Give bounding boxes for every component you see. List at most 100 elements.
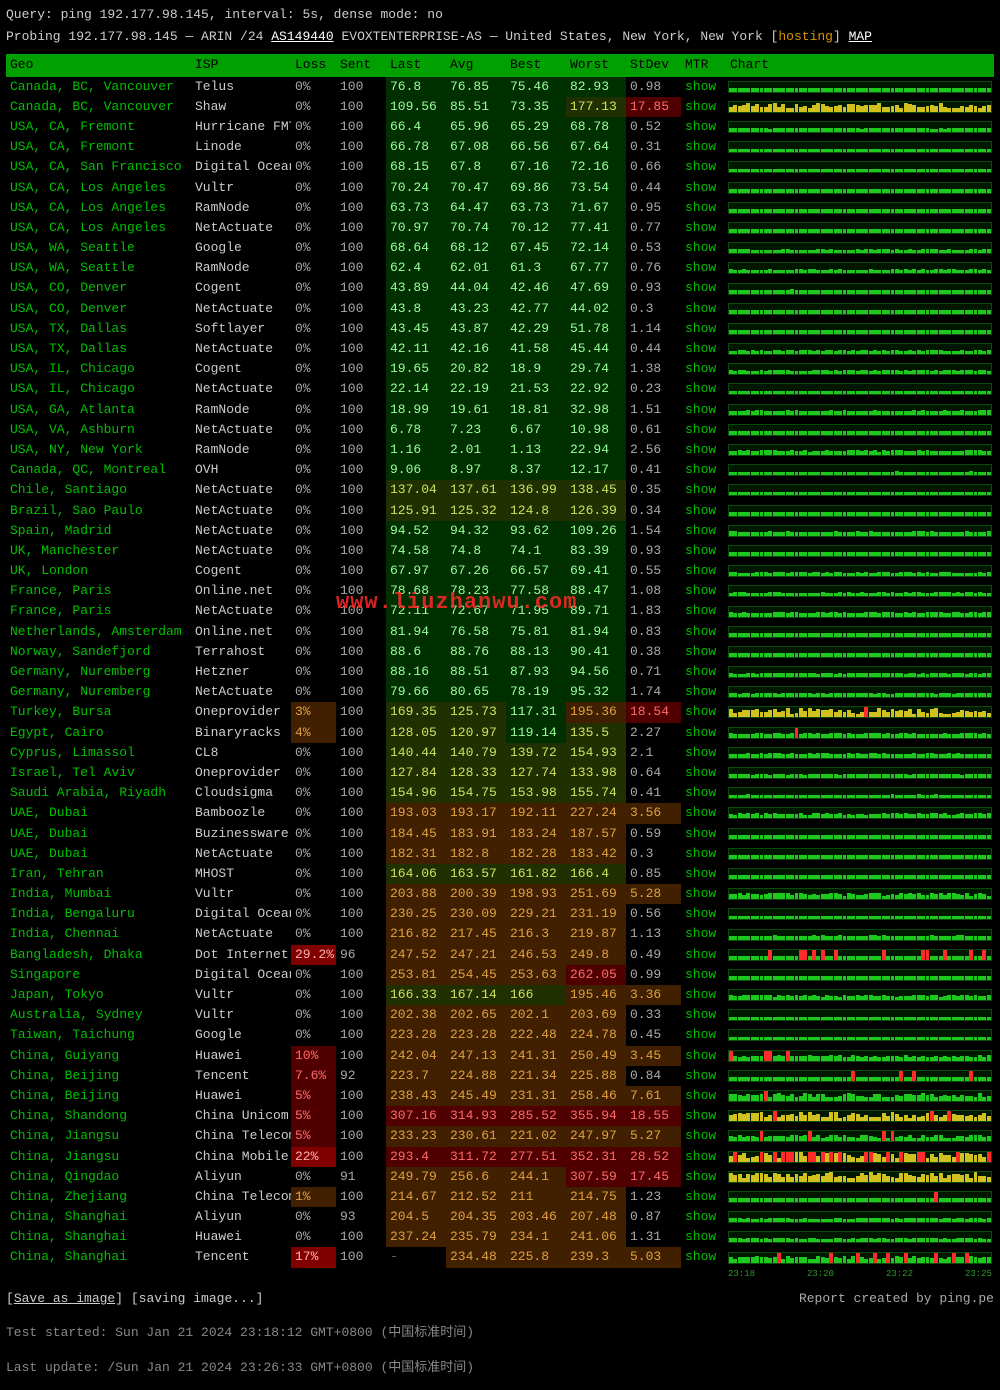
- cell-loss: 0%: [291, 157, 336, 177]
- mtr-show-link[interactable]: show: [681, 1126, 726, 1146]
- cell-chart: [726, 501, 994, 521]
- table-row: China, ShandongChina Unicom5%100307.1631…: [6, 1106, 994, 1126]
- cell-best: 153.98: [506, 783, 566, 803]
- cell-isp: Cogent: [191, 278, 291, 298]
- mtr-show-link[interactable]: show: [681, 218, 726, 238]
- cell-worst: 219.87: [566, 924, 626, 944]
- mtr-show-link[interactable]: show: [681, 1046, 726, 1066]
- cell-geo: France, Paris: [6, 581, 191, 601]
- header-mtr[interactable]: MTR: [681, 54, 726, 76]
- mtr-show-link[interactable]: show: [681, 501, 726, 521]
- mtr-show-link[interactable]: show: [681, 844, 726, 864]
- table-row: Taiwan, TaichungGoogle0%100223.28223.282…: [6, 1025, 994, 1045]
- cell-geo: USA, CO, Denver: [6, 278, 191, 298]
- cell-avg: 182.8: [446, 844, 506, 864]
- table-row: USA, IL, ChicagoNetActuate0%10022.1422.1…: [6, 379, 994, 399]
- header-last[interactable]: Last: [386, 54, 446, 76]
- mtr-show-link[interactable]: show: [681, 1066, 726, 1086]
- mtr-show-link[interactable]: show: [681, 319, 726, 339]
- mtr-show-link[interactable]: show: [681, 1025, 726, 1045]
- cell-chart: [726, 178, 994, 198]
- mtr-show-link[interactable]: show: [681, 945, 726, 965]
- table-row: China, ShanghaiAliyun0%93204.5204.35203.…: [6, 1207, 994, 1227]
- mtr-show-link[interactable]: show: [681, 420, 726, 440]
- mtr-show-link[interactable]: show: [681, 965, 726, 985]
- mtr-show-link[interactable]: show: [681, 77, 726, 97]
- mtr-show-link[interactable]: show: [681, 178, 726, 198]
- asn-link[interactable]: AS149440: [271, 29, 333, 44]
- mtr-show-link[interactable]: show: [681, 339, 726, 359]
- table-row: China, JiangsuChina Mobile22%100293.4311…: [6, 1147, 994, 1167]
- cell-loss: 0%: [291, 924, 336, 944]
- header-geo[interactable]: Geo: [6, 54, 191, 76]
- header-chart[interactable]: Chart: [726, 54, 994, 76]
- cell-geo: China, Beijing: [6, 1066, 191, 1086]
- mtr-show-link[interactable]: show: [681, 702, 726, 722]
- cell-stdev: 0.59: [626, 824, 681, 844]
- mtr-show-link[interactable]: show: [681, 258, 726, 278]
- mtr-show-link[interactable]: show: [681, 137, 726, 157]
- mtr-show-link[interactable]: show: [681, 238, 726, 258]
- mtr-show-link[interactable]: show: [681, 783, 726, 803]
- mtr-show-link[interactable]: show: [681, 299, 726, 319]
- header-stdev[interactable]: StDev: [626, 54, 681, 76]
- mtr-show-link[interactable]: show: [681, 379, 726, 399]
- cell-last: 74.58: [386, 541, 446, 561]
- cell-isp: CL8: [191, 743, 291, 763]
- mtr-show-link[interactable]: show: [681, 1187, 726, 1207]
- mtr-show-link[interactable]: show: [681, 1227, 726, 1247]
- mtr-show-link[interactable]: show: [681, 763, 726, 783]
- mtr-show-link[interactable]: show: [681, 521, 726, 541]
- mtr-show-link[interactable]: show: [681, 642, 726, 662]
- cell-sent: 100: [336, 440, 386, 460]
- mtr-show-link[interactable]: show: [681, 601, 726, 621]
- mtr-show-link[interactable]: show: [681, 97, 726, 117]
- header-best[interactable]: Best: [506, 54, 566, 76]
- mtr-show-link[interactable]: show: [681, 561, 726, 581]
- header-worst[interactable]: Worst: [566, 54, 626, 76]
- mtr-show-link[interactable]: show: [681, 803, 726, 823]
- header-isp[interactable]: ISP: [191, 54, 291, 76]
- mtr-show-link[interactable]: show: [681, 157, 726, 177]
- mtr-show-link[interactable]: show: [681, 1086, 726, 1106]
- mtr-show-link[interactable]: show: [681, 198, 726, 218]
- map-link[interactable]: MAP: [849, 29, 872, 44]
- mtr-show-link[interactable]: show: [681, 359, 726, 379]
- cell-worst: 250.49: [566, 1046, 626, 1066]
- cell-isp: MHOST: [191, 864, 291, 884]
- mtr-show-link[interactable]: show: [681, 723, 726, 743]
- mtr-show-link[interactable]: show: [681, 743, 726, 763]
- mtr-show-link[interactable]: show: [681, 985, 726, 1005]
- mtr-show-link[interactable]: show: [681, 662, 726, 682]
- cell-best: 241.31: [506, 1046, 566, 1066]
- sparkline: [728, 484, 992, 496]
- mtr-show-link[interactable]: show: [681, 904, 726, 924]
- save-as-image-link[interactable]: Save as image: [14, 1291, 115, 1306]
- mtr-show-link[interactable]: show: [681, 480, 726, 500]
- mtr-show-link[interactable]: show: [681, 622, 726, 642]
- mtr-show-link[interactable]: show: [681, 1147, 726, 1167]
- mtr-show-link[interactable]: show: [681, 278, 726, 298]
- cell-isp: Online.net: [191, 581, 291, 601]
- header-sent[interactable]: Sent: [336, 54, 386, 76]
- mtr-show-link[interactable]: show: [681, 460, 726, 480]
- mtr-show-link[interactable]: show: [681, 682, 726, 702]
- mtr-show-link[interactable]: show: [681, 1167, 726, 1187]
- cell-avg: 254.45: [446, 965, 506, 985]
- mtr-show-link[interactable]: show: [681, 924, 726, 944]
- mtr-show-link[interactable]: show: [681, 864, 726, 884]
- mtr-show-link[interactable]: show: [681, 1247, 726, 1267]
- mtr-show-link[interactable]: show: [681, 1106, 726, 1126]
- mtr-show-link[interactable]: show: [681, 824, 726, 844]
- mtr-show-link[interactable]: show: [681, 440, 726, 460]
- mtr-show-link[interactable]: show: [681, 884, 726, 904]
- mtr-show-link[interactable]: show: [681, 541, 726, 561]
- mtr-show-link[interactable]: show: [681, 400, 726, 420]
- header-loss[interactable]: Loss: [291, 54, 336, 76]
- mtr-show-link[interactable]: show: [681, 1207, 726, 1227]
- cell-avg: 74.8: [446, 541, 506, 561]
- mtr-show-link[interactable]: show: [681, 581, 726, 601]
- mtr-show-link[interactable]: show: [681, 1005, 726, 1025]
- mtr-show-link[interactable]: show: [681, 117, 726, 137]
- header-avg[interactable]: Avg: [446, 54, 506, 76]
